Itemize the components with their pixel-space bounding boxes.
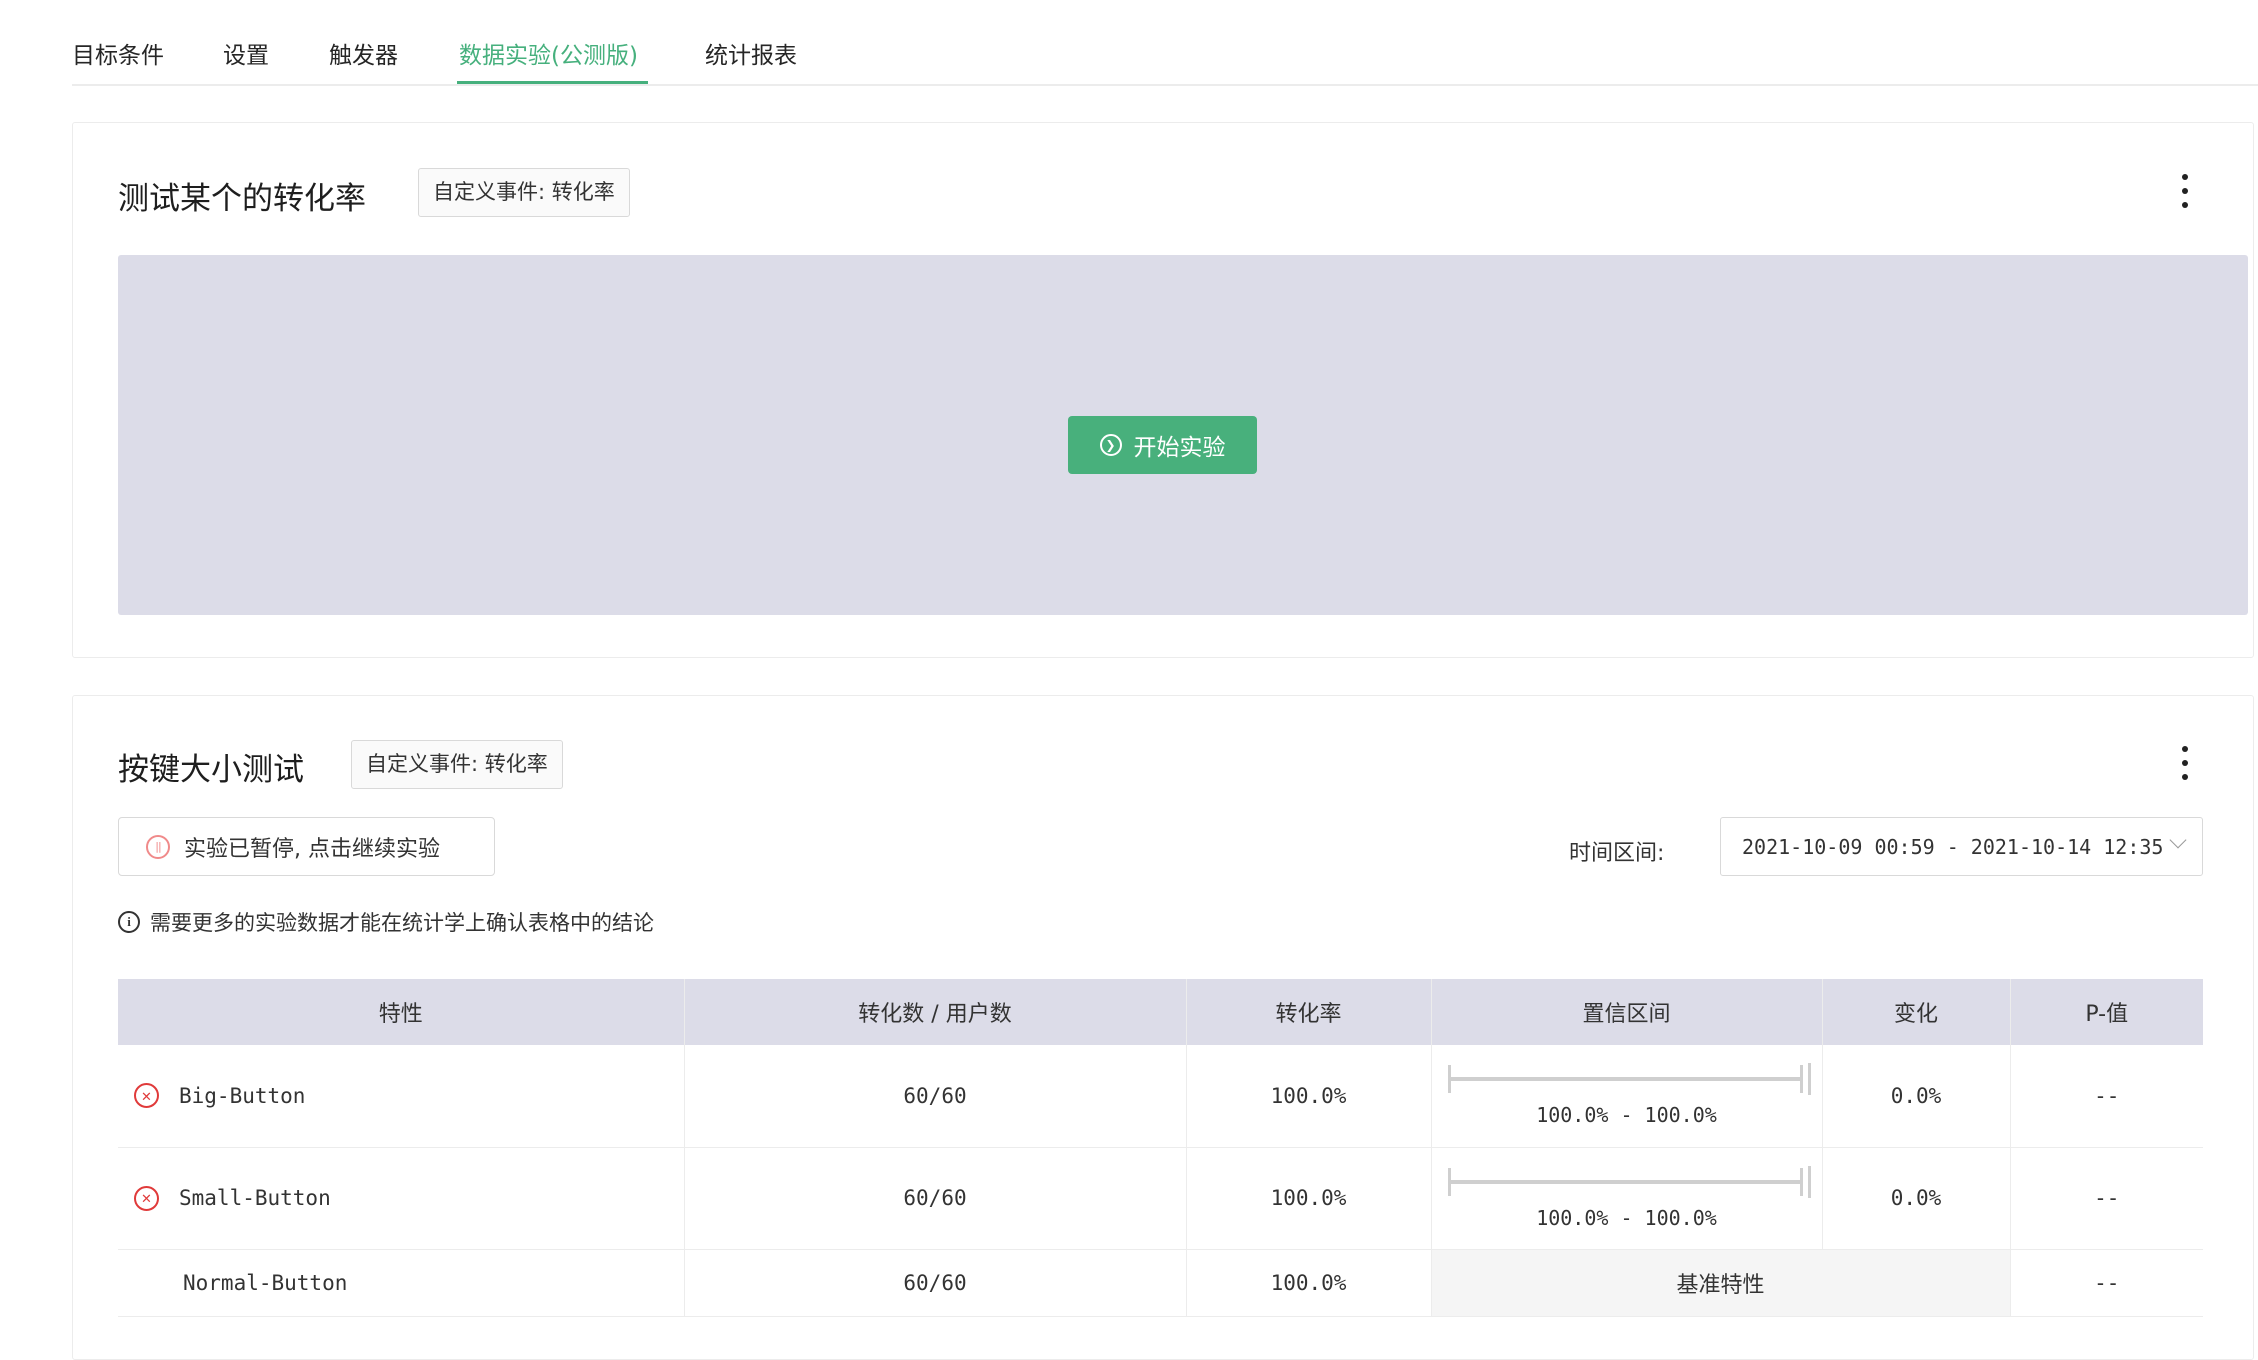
tab-bar: 目标条件 设置 触发器 数据实验(公测版) 统计报表 <box>72 0 2258 86</box>
col-header-conversions: 转化数 / 用户数 <box>684 979 1187 1045</box>
col-header-change: 变化 <box>1822 979 2011 1045</box>
table-row: ✕ Big-Button 60/60 100.0% 100.0% - 100.0… <box>118 1045 2203 1148</box>
change-cell: 0.0% <box>1822 1147 2011 1250</box>
resume-experiment-button[interactable]: || 实验已暂停, 点击继续实验 <box>118 817 495 876</box>
remove-variant-icon[interactable]: ✕ <box>134 1185 159 1211</box>
tab-data-experiment[interactable]: 数据实验(公测版) <box>459 36 638 70</box>
variant-name: Small-Button <box>179 1186 331 1210</box>
pause-circle-icon: || <box>146 834 170 859</box>
variant-name: Normal-Button <box>118 1249 685 1317</box>
data-notice: i 需要更多的实验数据才能在统计学上确认表格中的结论 <box>118 907 654 937</box>
table-row: ✕ Small-Button 60/60 100.0% 100.0% - 100… <box>118 1147 2203 1250</box>
col-header-pvalue: P-值 <box>2010 979 2203 1045</box>
confidence-bar <box>1447 1179 1803 1184</box>
chevron-down-icon <box>2169 831 2187 849</box>
start-experiment-label: 开始实验 <box>1133 435 1226 461</box>
notice-text: 需要更多的实验数据才能在统计学上确认表格中的结论 <box>150 911 654 935</box>
conversions-cell: 60/60 <box>684 1045 1187 1148</box>
tab-target-conditions[interactable]: 目标条件 <box>72 36 164 70</box>
tab-statistics-report[interactable]: 统计报表 <box>705 36 797 70</box>
confidence-cell: 100.0% - 100.0% <box>1431 1147 1823 1250</box>
col-header-variant: 特性 <box>118 979 685 1045</box>
baseline-label: 基准特性 <box>1431 1249 2011 1317</box>
variant-name: Big-Button <box>179 1083 306 1108</box>
event-tag: 自定义事件: 转化率 <box>351 740 563 789</box>
rate-cell: 100.0% <box>1186 1045 1432 1148</box>
rate-cell: 100.0% <box>1186 1249 1432 1317</box>
rate-cell: 100.0% <box>1186 1147 1432 1250</box>
remove-variant-icon[interactable]: ✕ <box>134 1083 159 1109</box>
event-tag: 自定义事件: 转化率 <box>418 168 630 217</box>
col-header-confidence: 置信区间 <box>1431 979 1823 1045</box>
experiment-card-conversion: 测试某个的转化率 自定义事件: 转化率 ❯ 开始实验 <box>72 122 2254 658</box>
date-range-value: 2021-10-09 00:59 - 2021-10-14 12:35 <box>1742 834 2164 859</box>
col-header-rate: 转化率 <box>1186 979 1432 1045</box>
results-table: 特性 转化数 / 用户数 转化率 置信区间 变化 P-值 ✕ Big-Butto… <box>118 979 2203 1317</box>
pvalue-cell: -- <box>2010 1249 2203 1317</box>
conversions-cell: 60/60 <box>684 1147 1187 1250</box>
tab-settings[interactable]: 设置 <box>223 36 269 70</box>
tab-triggers[interactable]: 触发器 <box>329 36 398 70</box>
time-range-label: 时间区间: <box>1569 841 1665 866</box>
more-options-icon[interactable] <box>2173 169 2197 213</box>
pvalue-cell: -- <box>2010 1147 2203 1250</box>
confidence-bar <box>1447 1077 1803 1081</box>
table-row: Normal-Button 60/60 100.0% 基准特性 -- <box>118 1249 2203 1317</box>
confidence-text: 100.0% - 100.0% <box>1536 1205 1717 1230</box>
paused-label: 实验已暂停, 点击继续实验 <box>184 836 440 862</box>
date-range-picker[interactable]: 2021-10-09 00:59 - 2021-10-14 12:35 <box>1720 817 2203 876</box>
pvalue-cell: -- <box>2010 1045 2203 1148</box>
confidence-text: 100.0% - 100.0% <box>1536 1103 1717 1127</box>
active-tab-indicator <box>457 81 648 84</box>
change-cell: 0.0% <box>1822 1045 2011 1148</box>
experiment-title: 按键大小测试 <box>118 752 304 788</box>
conversions-cell: 60/60 <box>684 1249 1187 1317</box>
experiment-placeholder-area: ❯ 开始实验 <box>118 255 2248 615</box>
table-header-row: 特性 转化数 / 用户数 转化率 置信区间 变化 P-值 <box>118 979 2203 1045</box>
more-options-icon[interactable] <box>2173 741 2197 785</box>
experiment-card-button-size: 按键大小测试 自定义事件: 转化率 || 实验已暂停, 点击继续实验 时间区间:… <box>72 695 2254 1360</box>
confidence-cell: 100.0% - 100.0% <box>1431 1045 1823 1148</box>
info-icon: i <box>118 911 140 933</box>
experiment-title: 测试某个的转化率 <box>118 181 366 217</box>
play-circle-icon: ❯ <box>1099 434 1122 456</box>
start-experiment-button[interactable]: ❯ 开始实验 <box>1068 416 1257 474</box>
